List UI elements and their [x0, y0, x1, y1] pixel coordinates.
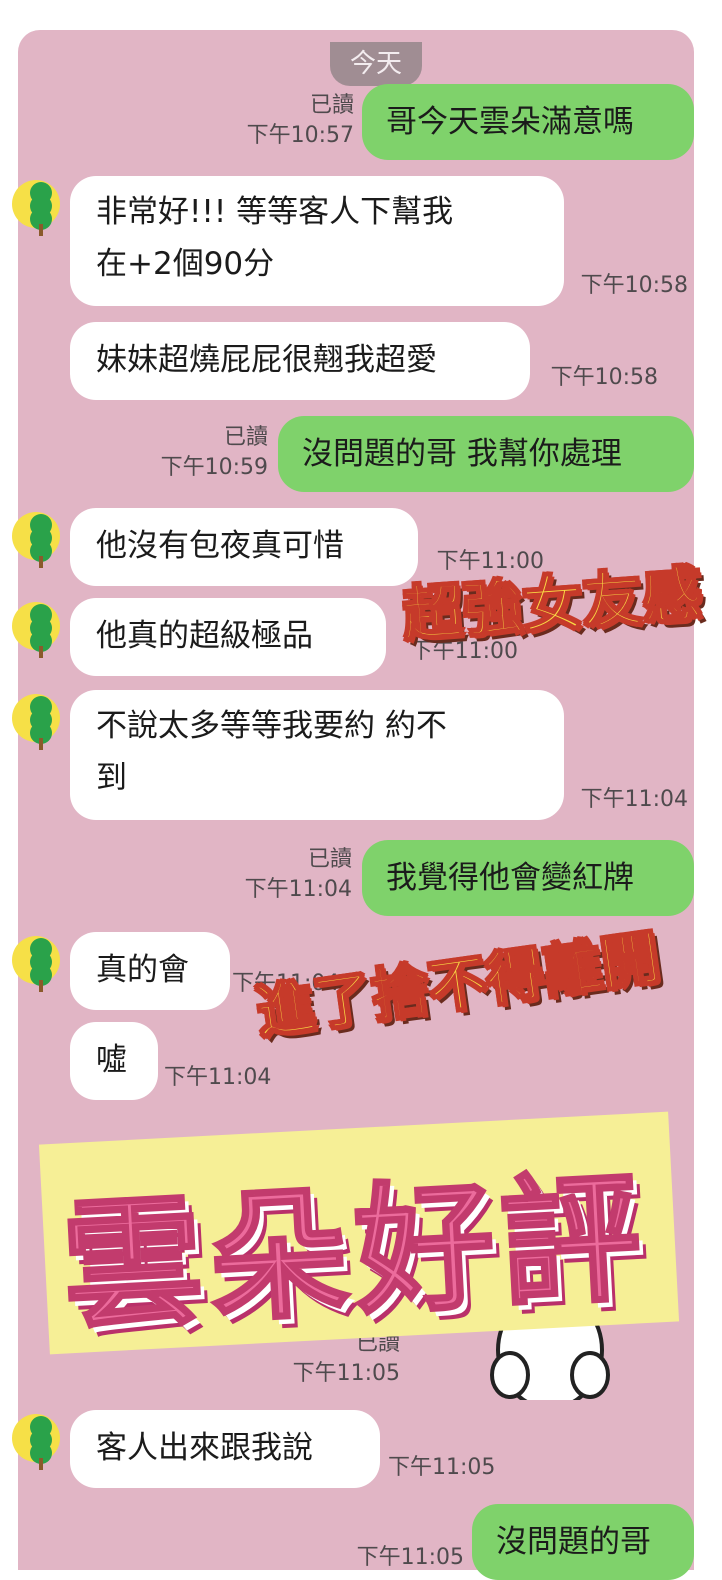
incoming-message[interactable]: 他沒有包夜真可惜: [70, 508, 418, 586]
message-text: 我覺得他會變紅牌: [386, 860, 634, 896]
outgoing-message[interactable]: 沒問題的哥: [472, 1504, 694, 1580]
message-time: 下午10:58: [550, 365, 658, 390]
message-time: 下午11:04: [244, 877, 352, 902]
message-time: 下午11:04: [164, 1065, 272, 1090]
message-text: 真的會: [96, 952, 189, 988]
message-text: 他真的超級極品: [96, 618, 313, 654]
incoming-message[interactable]: 他真的超級極品: [70, 598, 386, 676]
review-banner-text: 雲朵好評: [57, 1155, 652, 1351]
incoming-message[interactable]: 妹妹超燒屁屁很翹我超愛: [70, 322, 530, 400]
message-text: 客人出來跟我說: [96, 1430, 313, 1466]
contact-avatar-icon[interactable]: [12, 512, 60, 568]
contact-avatar-icon[interactable]: [12, 694, 60, 750]
incoming-message[interactable]: 真的會: [70, 932, 230, 1010]
message-time: 下午10:58: [580, 273, 688, 298]
contact-avatar-icon[interactable]: [12, 1414, 60, 1470]
contact-avatar-icon[interactable]: [12, 180, 60, 236]
incoming-message[interactable]: 噓: [70, 1022, 158, 1100]
message-time: 下午11:04: [580, 787, 688, 812]
read-receipt: 已讀: [307, 847, 352, 872]
message-text-line2: 到: [96, 760, 127, 796]
message-text: 妹妹超燒屁屁很翹我超愛: [96, 342, 437, 378]
message-text: 沒問題的哥: [496, 1524, 651, 1560]
message-time: 下午11:05: [356, 1545, 464, 1570]
message-text: 非常好!!! 等等客人下幫我: [96, 194, 454, 230]
incoming-message[interactable]: 不說太多等等我要約 約不 到: [70, 690, 564, 820]
message-text: 他沒有包夜真可惜: [96, 528, 344, 564]
outgoing-message[interactable]: 我覺得他會變紅牌: [362, 840, 694, 916]
contact-avatar-icon[interactable]: [12, 936, 60, 992]
message-text: 不說太多等等我要約 約不: [96, 708, 447, 744]
message-time: 下午10:59: [160, 455, 268, 480]
message-time: 下午10:57: [246, 123, 354, 148]
message-text: 沒問題的哥 我幫你處理: [302, 436, 622, 472]
incoming-message[interactable]: 非常好!!! 等等客人下幫我 在+2個90分: [70, 176, 564, 306]
message-time: 下午11:05: [388, 1455, 496, 1480]
date-separator: 今天: [330, 42, 422, 86]
read-receipt: 已讀: [309, 93, 354, 118]
message-text: 哥今天雲朵滿意嗎: [386, 104, 634, 140]
incoming-message[interactable]: 客人出來跟我說: [70, 1410, 380, 1488]
outgoing-message[interactable]: 哥今天雲朵滿意嗎: [362, 84, 694, 160]
contact-avatar-icon[interactable]: [12, 602, 60, 658]
message-text: 噓: [96, 1042, 127, 1078]
read-receipt: 已讀: [223, 425, 268, 450]
outgoing-message[interactable]: 沒問題的哥 我幫你處理: [278, 416, 694, 492]
message-time: 下午11:05: [292, 1361, 400, 1386]
message-text-line2: 在+2個90分: [96, 246, 275, 282]
